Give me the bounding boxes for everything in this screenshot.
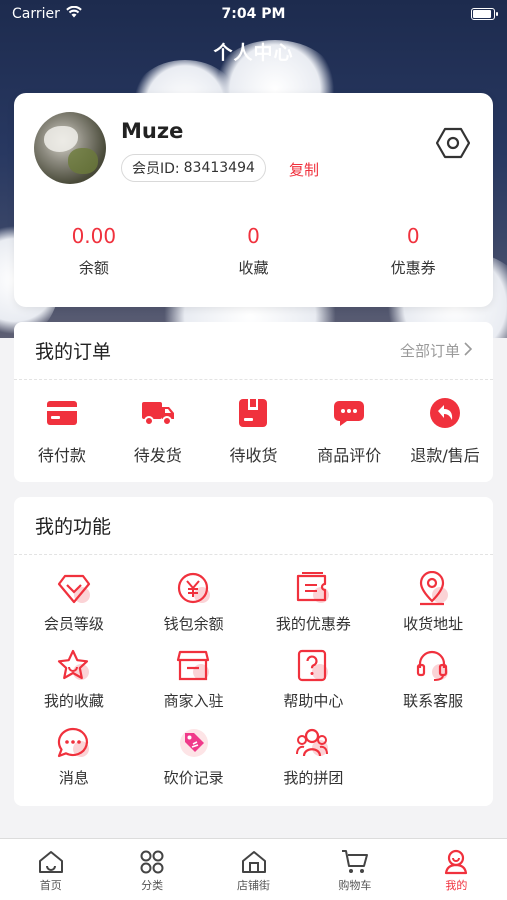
func-shipping-address[interactable]: 收货地址 (373, 571, 493, 634)
order-refund[interactable]: 退款/售后 (397, 396, 493, 466)
member-id-badge: 会员ID: 83413494 (121, 154, 266, 182)
comment-icon (332, 396, 366, 430)
price-tag-icon (174, 725, 214, 761)
func-label: 消息 (58, 769, 89, 787)
func-label: 钱包余额 (163, 615, 224, 633)
status-bar: Carrier 7:04 PM (0, 0, 507, 28)
func-bargain-records[interactable]: 砍价记录 (134, 725, 254, 788)
tab-label: 首页 (39, 879, 62, 892)
page-title: 个人中心 (213, 42, 294, 64)
func-label: 联系客服 (403, 692, 464, 710)
stat-value: 0 (247, 224, 260, 248)
group-icon (293, 725, 333, 761)
func-messages[interactable]: 消息 (14, 725, 134, 788)
order-label: 待付款 (37, 446, 86, 465)
settings-hexagon-icon (435, 126, 471, 164)
func-my-group-buy[interactable]: 我的拼团 (254, 725, 374, 788)
orders-title: 我的订单 (35, 341, 112, 363)
order-label: 待收货 (229, 446, 278, 465)
func-merchant-join[interactable]: 商家入驻 (134, 648, 254, 711)
coupon-icon (293, 571, 333, 607)
card-icon (45, 396, 79, 430)
func-my-favorites[interactable]: 我的收藏 (14, 648, 134, 711)
member-id-value: 83413494 (183, 160, 255, 176)
tab-cart[interactable]: 购物车 (304, 839, 405, 900)
stat-balance[interactable]: 0.00 余额 (14, 221, 174, 278)
member-id-label: 会员ID: (132, 161, 180, 177)
order-pending-payment[interactable]: 待付款 (14, 396, 110, 466)
stat-value: 0.00 (71, 224, 117, 248)
star-icon (54, 648, 94, 684)
username: Muze (121, 119, 184, 143)
stat-favorites[interactable]: 0 收藏 (174, 221, 334, 278)
func-my-coupons[interactable]: 我的优惠券 (254, 571, 374, 634)
stat-label: 收藏 (238, 259, 269, 277)
return-icon (428, 396, 462, 430)
tab-label: 分类 (141, 879, 164, 892)
shop-street-icon (240, 848, 268, 876)
question-icon (293, 648, 333, 684)
func-label: 商家入驻 (163, 692, 224, 710)
settings-button[interactable] (433, 125, 473, 165)
orders-header: 我的订单 全部订单 (14, 322, 493, 380)
cart-icon (341, 848, 369, 876)
func-member-level[interactable]: 会员等级 (14, 571, 134, 634)
store-icon (174, 648, 214, 684)
copy-id-button[interactable]: 复制 (289, 159, 319, 180)
tab-label: 我的 (445, 879, 468, 892)
status-time: 7:04 PM (221, 6, 286, 22)
functions-header: 我的功能 (14, 497, 493, 555)
tab-category[interactable]: 分类 (101, 839, 202, 900)
headset-icon (413, 648, 453, 684)
avatar[interactable] (34, 112, 106, 184)
bottom-tab-bar: 首页 分类 店铺街 购物车 我的 (0, 838, 507, 900)
chevron-right-icon (464, 341, 473, 360)
order-review[interactable]: 商品评价 (301, 396, 397, 466)
tab-shop-street[interactable]: 店铺街 (203, 839, 304, 900)
func-label: 会员等级 (43, 615, 104, 633)
profile-card: Muze 会员ID: 83413494 复制 0.00 余额 0 收藏 0 优惠… (14, 93, 493, 307)
func-customer-service[interactable]: 联系客服 (373, 648, 493, 711)
order-label: 待发货 (133, 446, 182, 465)
func-help-center[interactable]: 帮助中心 (254, 648, 374, 711)
tab-label: 店铺街 (237, 879, 271, 892)
grid-icon (138, 848, 166, 876)
all-orders-link[interactable]: 全部订单 (399, 340, 473, 361)
func-label: 我的优惠券 (275, 615, 351, 633)
functions-title: 我的功能 (35, 516, 112, 538)
stat-coupons[interactable]: 0 优惠券 (333, 221, 493, 278)
func-label: 收货地址 (403, 615, 464, 633)
func-label: 我的收藏 (43, 692, 104, 710)
order-pending-receipt[interactable]: 待收货 (206, 396, 302, 466)
chat-bubble-icon (54, 725, 94, 761)
truck-icon (141, 396, 175, 430)
diamond-icon (54, 571, 94, 607)
home-icon (37, 848, 65, 876)
tab-label: 购物车 (338, 879, 372, 892)
tab-mine[interactable]: 我的 (406, 839, 507, 900)
package-icon (236, 396, 270, 430)
tab-home[interactable]: 首页 (0, 839, 101, 900)
location-pin-icon (413, 571, 453, 607)
stat-label: 优惠券 (390, 259, 436, 277)
order-label: 退款/售后 (410, 446, 480, 465)
stat-label: 余额 (78, 259, 109, 277)
all-orders-label: 全部订单 (399, 342, 460, 360)
battery-icon (471, 8, 498, 20)
func-label: 我的拼团 (283, 769, 344, 787)
stat-value: 0 (406, 224, 420, 248)
order-pending-shipment[interactable]: 待发货 (110, 396, 206, 466)
func-label: 砍价记录 (163, 769, 224, 787)
order-label: 商品评价 (317, 446, 382, 465)
orders-panel: 我的订单 全部订单 待付款 待发货 待收货 商品评价 退款/售后 (14, 322, 493, 482)
profile-icon (442, 848, 470, 876)
profile-stats: 0.00 余额 0 收藏 0 优惠券 (14, 221, 493, 278)
func-label: 帮助中心 (283, 692, 344, 710)
yuan-coin-icon (174, 571, 214, 607)
functions-panel: 我的功能 会员等级 钱包余额 我的优惠券 收货地址 我的收藏 商家入驻 帮助中心… (14, 497, 493, 806)
func-wallet-balance[interactable]: 钱包余额 (134, 571, 254, 634)
